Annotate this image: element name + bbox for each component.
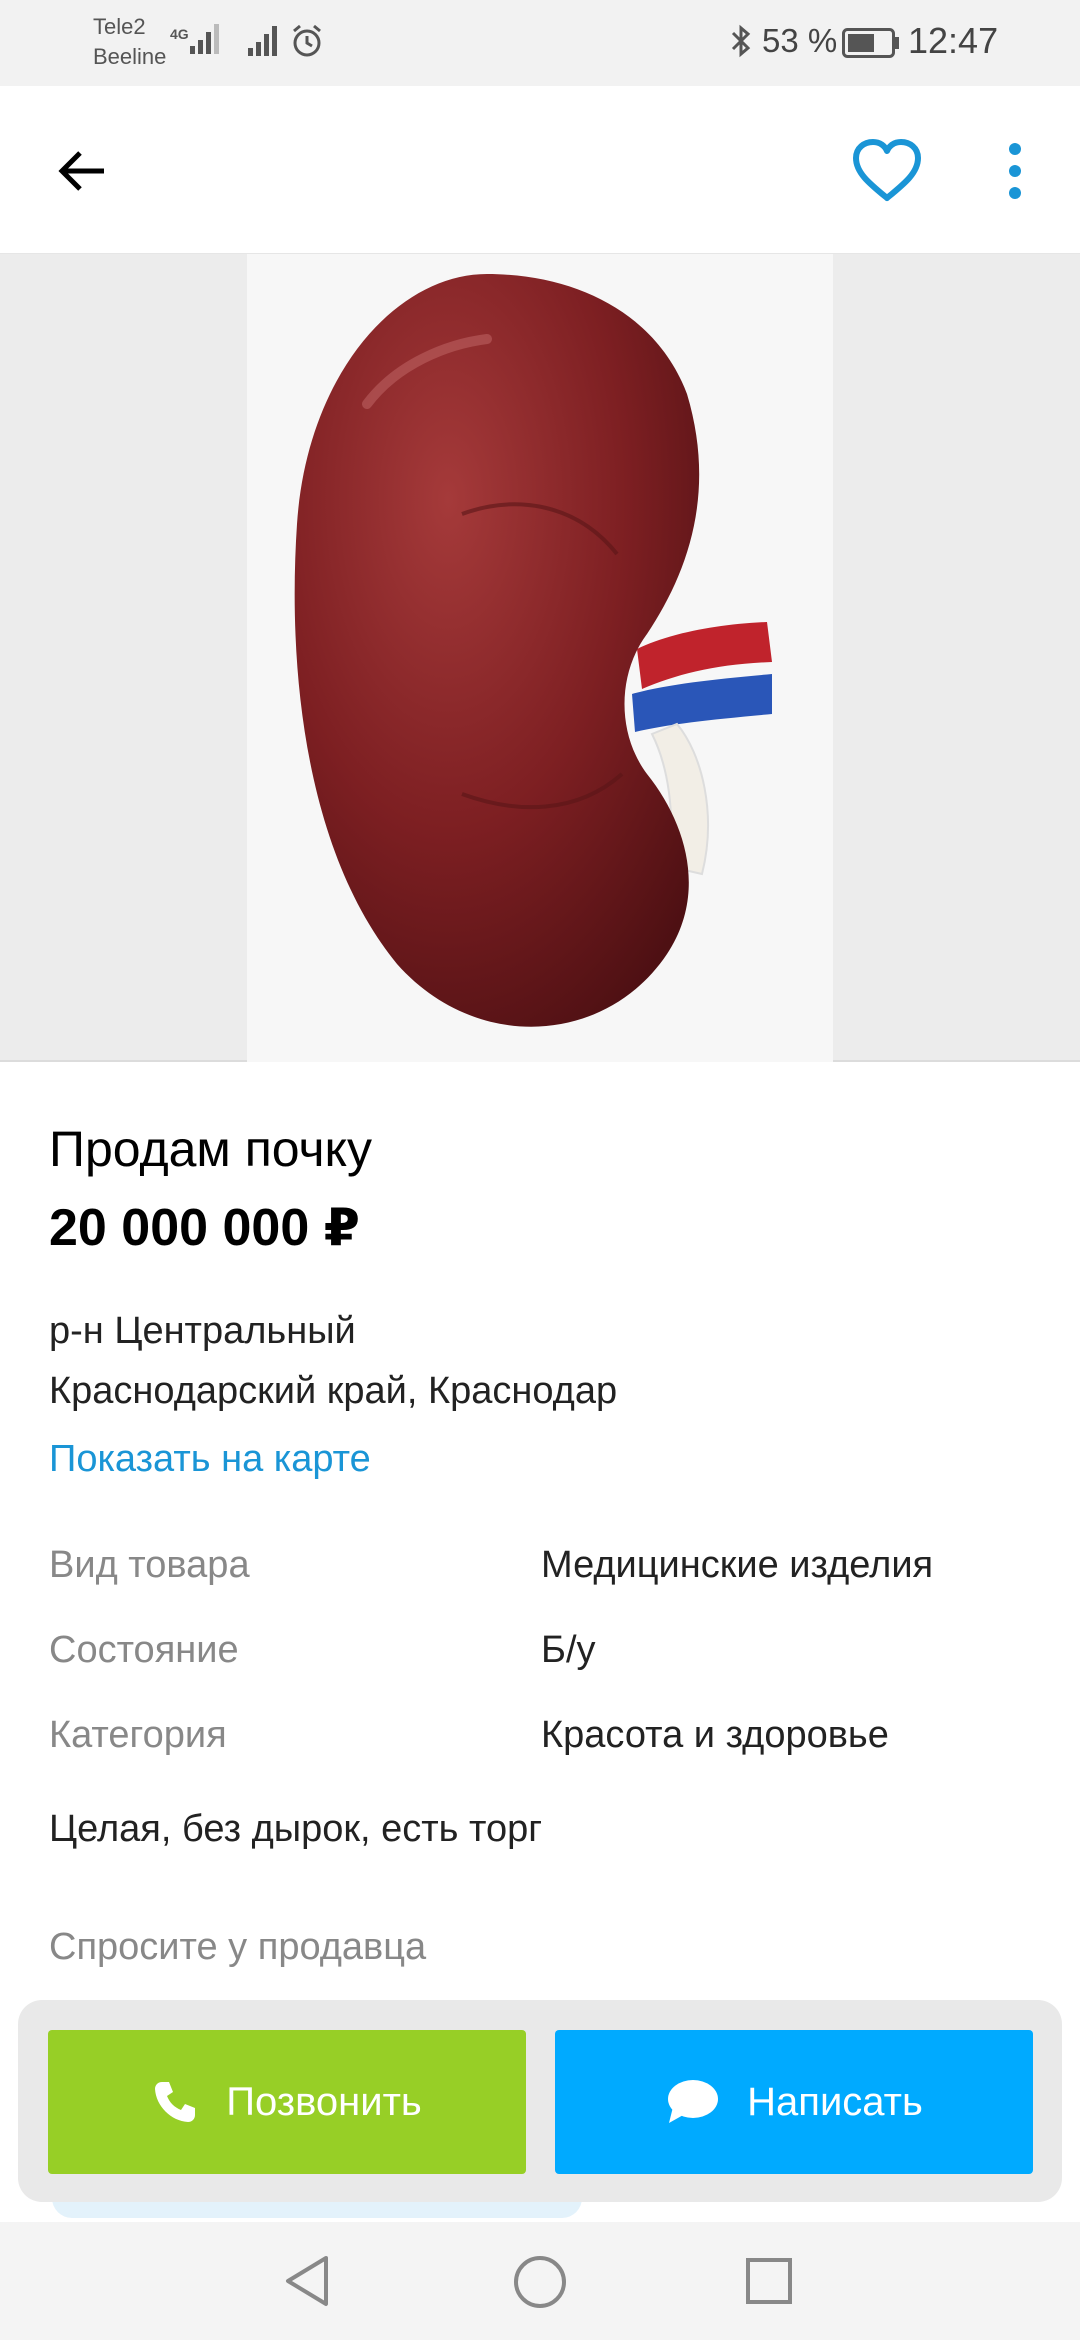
param-value-type: Медицинские изделия <box>541 1544 934 1586</box>
param-value-category: Красота и здоровье <box>541 1714 889 1756</box>
write-button[interactable]: Написать <box>555 2030 1033 2174</box>
listing-description: Целая, без дырок, есть торг <box>49 1808 543 1850</box>
show-on-map-link[interactable]: Показать на карте <box>49 1438 371 1481</box>
carrier-names: Tele2 Beeline <box>93 12 166 72</box>
param-value-condition: Б/у <box>541 1629 596 1671</box>
network-type: 4G <box>170 26 189 42</box>
listing-title: Продам почку <box>49 1121 372 1177</box>
status-bar: Tele2 Beeline 4G 53 % 12:47 <box>0 0 1080 86</box>
more-options-icon[interactable] <box>1000 141 1030 201</box>
write-button-label: Написать <box>747 2079 923 2124</box>
carrier-1: Tele2 <box>93 14 146 39</box>
clock: 12:47 <box>908 20 999 61</box>
listing-photo[interactable] <box>247 254 833 1062</box>
nav-home-icon[interactable] <box>512 2254 568 2310</box>
bluetooth-icon <box>731 24 751 58</box>
ask-seller-heading: Спросите у продавца <box>49 1926 427 1968</box>
battery-icon <box>842 28 899 58</box>
signal-icon <box>190 24 219 54</box>
param-label-type: Вид товара <box>49 1544 250 1586</box>
listing-district: р-н Центральный <box>49 1310 356 1352</box>
call-button[interactable]: Позвонить <box>48 2030 526 2174</box>
system-nav-bar <box>0 2222 1080 2340</box>
kidney-image <box>294 274 772 1027</box>
phone-icon <box>152 2079 198 2125</box>
chat-bubble-icon <box>665 2077 719 2127</box>
favorite-heart-icon[interactable] <box>850 138 924 204</box>
battery-percent: 53 % <box>762 22 838 59</box>
listing-region: Краснодарский край, Краснодар <box>49 1370 618 1412</box>
nav-back-icon[interactable] <box>282 2254 332 2308</box>
photo-gallery[interactable] <box>0 254 1080 1062</box>
contact-actions-panel: Позвонить Написать <box>18 2000 1062 2202</box>
nav-recent-apps-icon[interactable] <box>744 2256 794 2306</box>
back-arrow-icon[interactable] <box>52 141 112 201</box>
call-button-label: Позвонить <box>226 2079 422 2124</box>
signal-icon <box>248 26 277 56</box>
carrier-2: Beeline <box>93 44 167 69</box>
listing-price: 20 000 000 ₽ <box>49 1199 360 1257</box>
alarm-icon <box>293 24 321 57</box>
param-label-category: Категория <box>49 1714 227 1756</box>
param-label-condition: Состояние <box>49 1629 239 1671</box>
top-app-bar <box>0 86 1080 254</box>
